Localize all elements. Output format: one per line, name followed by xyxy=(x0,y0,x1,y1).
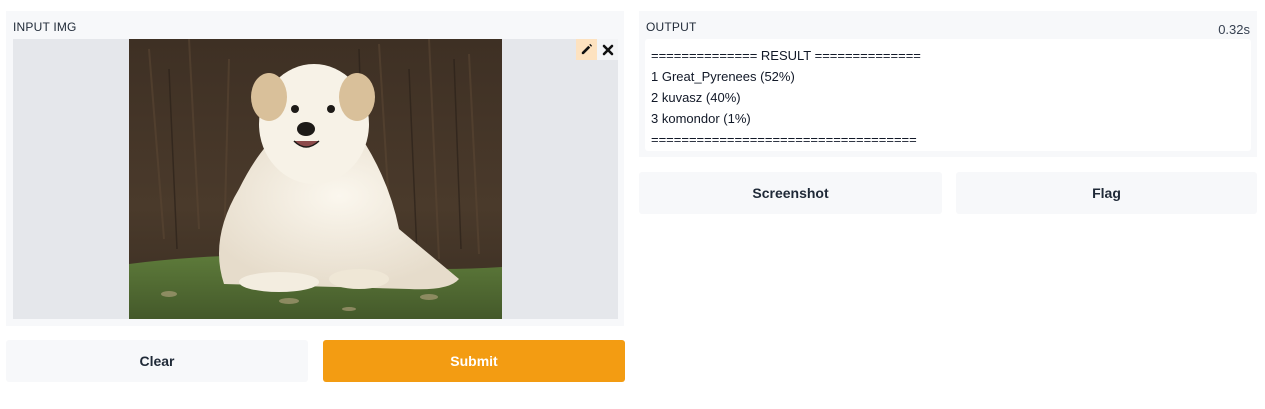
result-line-2: 2 kuvasz (40%) xyxy=(651,90,741,105)
result-header-line: ============== RESULT ============== xyxy=(651,48,921,63)
output-label: OUTPUT xyxy=(646,20,697,34)
close-icon[interactable] xyxy=(597,39,618,60)
result-footer-line: =================================== xyxy=(651,132,917,147)
result-line-1: 1 Great_Pyrenees (52%) xyxy=(651,69,795,84)
submit-button[interactable]: Submit xyxy=(323,340,625,382)
clear-button[interactable]: Clear xyxy=(6,340,308,382)
input-panel: INPUT IMG xyxy=(6,11,624,326)
pencil-icon[interactable] xyxy=(576,39,597,60)
dog-photo xyxy=(129,39,502,319)
image-upload-area[interactable] xyxy=(13,39,618,319)
input-label: INPUT IMG xyxy=(13,20,77,34)
flag-button[interactable]: Flag xyxy=(956,172,1257,214)
result-line-3: 3 komondor (1%) xyxy=(651,111,751,126)
output-panel: OUTPUT 0.32s ============== RESULT =====… xyxy=(639,11,1257,157)
output-text-box: ============== RESULT ============== 1 G… xyxy=(645,39,1251,151)
screenshot-button[interactable]: Screenshot xyxy=(639,172,942,214)
image-toolbar xyxy=(576,39,618,60)
inference-timer: 0.32s xyxy=(1218,22,1250,37)
